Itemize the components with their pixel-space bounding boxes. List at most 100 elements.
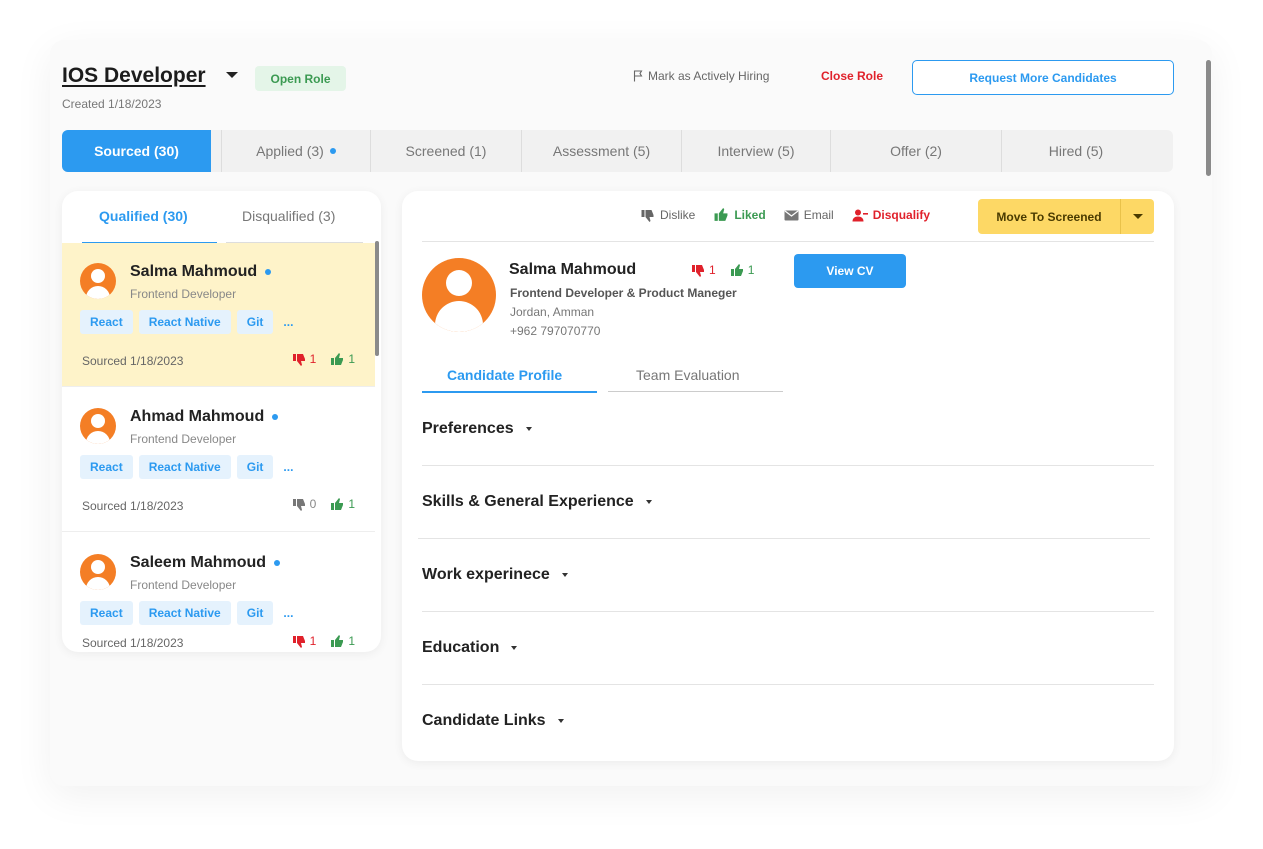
tab-candidate-profile[interactable]: Candidate Profile: [447, 367, 562, 383]
mark-actively-hiring-label: Mark as Actively Hiring: [648, 69, 770, 83]
more-tags[interactable]: ...: [279, 601, 297, 625]
candidate-role: Frontend Developer: [130, 287, 237, 301]
tab-divider: [1001, 130, 1002, 172]
section-work-experience[interactable]: Work experinece: [422, 566, 568, 584]
vote-counts: 1 1: [292, 352, 355, 366]
chevron-down-icon: [525, 427, 532, 431]
tab-label: Offer (2): [890, 143, 942, 159]
vote-counts: 0 1: [292, 497, 355, 511]
dislike-count: 1: [691, 263, 716, 277]
chevron-down-icon[interactable]: [226, 72, 238, 78]
view-cv-button[interactable]: View CV: [794, 254, 906, 288]
envelope-icon: [784, 210, 799, 220]
like-count: 1: [330, 497, 355, 511]
tab-label: Interview (5): [717, 143, 795, 159]
liked-button[interactable]: Liked: [713, 208, 766, 222]
disqualify-button[interactable]: Disqualify: [852, 208, 930, 222]
tab-qualified[interactable]: Qualified (30): [99, 208, 188, 224]
candidate-name-text: Ahmad Mahmoud: [130, 408, 265, 425]
close-role-button[interactable]: Close Role: [821, 69, 883, 83]
skill-tag: Git: [236, 601, 274, 625]
avatar: [80, 263, 116, 299]
new-indicator-dot: [274, 560, 281, 566]
divider: [422, 684, 1154, 685]
dislike-button[interactable]: Dislike: [640, 208, 695, 222]
mark-actively-hiring-button[interactable]: Mark as Actively Hiring: [633, 69, 769, 83]
skill-tag: React Native: [138, 601, 231, 625]
tab-divider: [221, 130, 222, 172]
chevron-down-icon: [557, 719, 564, 723]
section-education[interactable]: Education: [422, 639, 518, 657]
flag-icon: [633, 70, 644, 82]
more-tags[interactable]: ...: [279, 310, 297, 334]
tab-divider: [830, 130, 831, 172]
skill-tag: React: [80, 310, 133, 334]
thumbs-down-icon: [641, 209, 654, 222]
like-count: 1: [330, 352, 355, 366]
chevron-down-icon: [645, 500, 652, 504]
like-count: 1: [730, 263, 754, 277]
tab-divider: [521, 130, 522, 172]
tab-screened[interactable]: Screened (1): [375, 130, 517, 172]
tab-interview[interactable]: Interview (5): [686, 130, 826, 172]
section-candidate-links[interactable]: Candidate Links: [422, 712, 564, 730]
liked-label: Liked: [734, 208, 766, 222]
candidate-card[interactable]: Salma Mahmoud Frontend Developer React R…: [62, 243, 375, 387]
more-tags[interactable]: ...: [279, 455, 297, 479]
candidate-role: Frontend Developer: [130, 432, 237, 446]
section-title: Work experinece: [422, 566, 550, 583]
thumbs-down-icon: [292, 498, 305, 511]
divider: [422, 465, 1154, 466]
skill-tags: React React Native Git ...: [80, 455, 297, 479]
new-indicator-dot: [272, 414, 279, 420]
disqualify-label: Disqualify: [872, 208, 931, 222]
thumbs-up-icon: [714, 208, 728, 221]
tab-hired[interactable]: Hired (5): [1006, 130, 1146, 172]
chevron-down-icon: [561, 573, 568, 577]
qualification-tabs: Qualified (30) Disqualified (3): [62, 191, 381, 244]
tab-applied[interactable]: Applied (3): [226, 130, 366, 172]
section-title: Preferences: [422, 420, 514, 437]
tab-divider: [681, 130, 682, 172]
created-date: Created 1/18/2023: [62, 97, 162, 111]
divider: [422, 611, 1154, 612]
tab-label: Hired (5): [1048, 143, 1104, 159]
sourced-date: Sourced 1/18/2023: [82, 354, 184, 368]
tab-underline: [608, 391, 783, 392]
chevron-down-icon[interactable]: [1121, 199, 1154, 234]
role-title[interactable]: IOS Developer: [62, 64, 206, 88]
dislike-count: 1: [292, 634, 316, 648]
thumbs-down-icon: [292, 635, 305, 648]
tab-sourced[interactable]: Sourced (30): [62, 130, 211, 172]
candidate-role: Frontend Developer: [130, 578, 237, 592]
tab-disqualified[interactable]: Disqualified (3): [242, 208, 335, 224]
active-tab-underline: [422, 391, 597, 393]
avatar: [80, 554, 116, 590]
candidate-card[interactable]: Ahmad Mahmoud Frontend Developer React R…: [62, 388, 375, 532]
list-scrollbar[interactable]: [375, 241, 379, 356]
thumbs-up-icon: [331, 352, 344, 365]
section-skills[interactable]: Skills & General Experience: [422, 493, 652, 511]
candidate-card[interactable]: Saleem Mahmoud Frontend Developer React …: [62, 534, 375, 652]
avatar: [422, 258, 496, 332]
section-preferences[interactable]: Preferences: [422, 420, 532, 438]
divider: [418, 538, 1150, 539]
section-title: Skills & General Experience: [422, 493, 634, 510]
thumbs-up-icon: [730, 263, 743, 276]
request-more-candidates-button[interactable]: Request More Candidates: [912, 60, 1174, 95]
candidate-name-text: Salma Mahmoud: [130, 263, 258, 280]
skill-tag: Git: [236, 455, 274, 479]
new-indicator-dot: [265, 269, 272, 275]
sourced-date: Sourced 1/18/2023: [82, 636, 184, 650]
like-count: 1: [330, 634, 355, 648]
tab-team-evaluation[interactable]: Team Evaluation: [636, 367, 740, 383]
page-scrollbar[interactable]: [1206, 60, 1211, 176]
tab-offer[interactable]: Offer (2): [835, 130, 997, 172]
email-button[interactable]: Email: [784, 208, 834, 222]
tab-assessment[interactable]: Assessment (5): [526, 130, 677, 172]
move-to-screened-button[interactable]: Move To Screened: [978, 199, 1121, 234]
dislike-count: 0: [292, 497, 316, 511]
candidate-list-panel: Qualified (30) Disqualified (3) Salma Ma…: [62, 191, 381, 652]
candidate-name: Salma Mahmoud: [130, 263, 272, 281]
thumbs-down-icon: [692, 264, 704, 277]
